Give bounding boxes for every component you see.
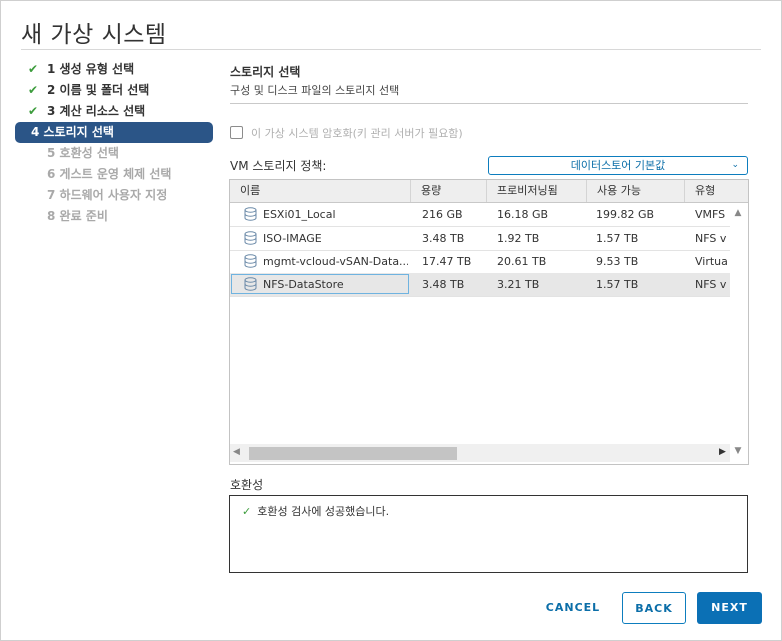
column-header-provisioned[interactable]: 프로비저닝됨 (486, 180, 586, 202)
step-label: 5 호환성 선택 (47, 146, 119, 160)
section-subtitle: 구성 및 디스크 파일의 스토리지 선택 (230, 84, 400, 97)
check-icon: ✔ (28, 62, 39, 76)
datastore-icon (244, 207, 257, 221)
cancel-button[interactable]: CANCEL (537, 592, 609, 624)
step-label: 7 하드웨어 사용자 지정 (47, 188, 168, 202)
encrypt-option: 이 가상 시스템 암호화(키 관리 서버가 필요함) (230, 125, 463, 141)
capacity-cell: 3.48 TB (422, 232, 465, 245)
provisioned-cell: 16.18 GB (497, 208, 549, 221)
column-header-type[interactable]: 유형 (684, 180, 748, 202)
free-cell: 1.57 TB (596, 232, 639, 245)
table-row[interactable]: ISO-IMAGE 3.48 TB 1.92 TB 1.57 TB NFS v (230, 227, 730, 251)
datastore-icon (244, 277, 257, 291)
step-7: 7 하드웨어 사용자 지정 (27, 185, 213, 206)
step-label: 1 생성 유형 선택 (47, 62, 135, 76)
step-label: 4 스토리지 선택 (31, 125, 114, 139)
compatibility-message: ✓ 호환성 검사에 성공했습니다. (242, 503, 389, 519)
provisioned-cell: 3.21 TB (497, 278, 540, 291)
compatibility-label: 호환성 (230, 478, 264, 492)
step-4[interactable]: 4 스토리지 선택 (15, 122, 213, 143)
datastore-grid: 이름 용량 프로비저닝됨 사용 가능 유형 ESXi01_Local 216 G… (229, 179, 749, 465)
table-row[interactable]: ESXi01_Local 216 GB 16.18 GB 199.82 GB V… (230, 203, 730, 227)
back-button[interactable]: BACK (622, 592, 686, 624)
scroll-right-icon[interactable]: ▶ (719, 447, 726, 457)
step-3[interactable]: ✔ 3 계산 리소스 선택 (27, 101, 213, 122)
datastore-name: ISO-IMAGE (263, 232, 322, 245)
datastore-name-cell: NFS-DataStore (244, 273, 408, 296)
datastore-icon (244, 254, 257, 268)
section-divider (230, 103, 748, 104)
datastore-name: ESXi01_Local (263, 208, 336, 221)
check-icon: ✔ (28, 104, 39, 118)
step-5: 5 호환성 선택 (27, 143, 213, 164)
step-1[interactable]: ✔ 1 생성 유형 선택 (27, 59, 213, 80)
policy-value: 데이터스토어 기본값 (570, 159, 666, 172)
scroll-down-icon[interactable]: ▼ (730, 446, 746, 456)
datastore-name: NFS-DataStore (263, 278, 344, 291)
datastore-icon (244, 231, 257, 245)
title-divider (21, 49, 761, 50)
step-2[interactable]: ✔ 2 이름 및 폴더 선택 (27, 80, 213, 101)
check-icon: ✓ (242, 505, 252, 518)
datastore-name-cell: ESXi01_Local (244, 203, 408, 226)
compatibility-panel: ✓ 호환성 검사에 성공했습니다. (229, 495, 748, 573)
scrollbar-thumb[interactable] (249, 447, 457, 460)
encrypt-checkbox[interactable] (230, 126, 243, 139)
step-8: 8 완료 준비 (27, 206, 213, 227)
capacity-cell: 216 GB (422, 208, 463, 221)
table-row-selected[interactable]: NFS-DataStore 3.48 TB 3.21 TB 1.57 TB NF… (230, 273, 730, 297)
type-cell: VMFS (695, 208, 726, 221)
check-icon: ✔ (28, 83, 39, 97)
datastore-name-cell: ISO-IMAGE (244, 227, 408, 250)
policy-label: VM 스토리지 정책: (230, 159, 327, 173)
encrypt-label: 이 가상 시스템 암호화(키 관리 서버가 필요함) (251, 127, 463, 140)
column-header-capacity[interactable]: 용량 (410, 180, 486, 202)
step-label: 2 이름 및 폴더 선택 (47, 83, 150, 97)
datastore-name: mgmt-vcloud-vSAN-Data... (263, 255, 408, 268)
horizontal-scrollbar[interactable]: ◀ ▶ (230, 444, 730, 462)
free-cell: 1.57 TB (596, 278, 639, 291)
capacity-cell: 17.47 TB (422, 255, 472, 268)
type-cell: Virtua (695, 255, 728, 268)
capacity-cell: 3.48 TB (422, 278, 465, 291)
compatibility-text: 호환성 검사에 성공했습니다. (257, 505, 390, 518)
provisioned-cell: 20.61 TB (497, 255, 547, 268)
step-label: 6 게스트 운영 체제 선택 (47, 167, 172, 181)
step-label: 8 완료 준비 (47, 209, 108, 223)
datastore-name-cell: mgmt-vcloud-vSAN-Data... (244, 250, 408, 273)
next-button[interactable]: NEXT (697, 592, 762, 624)
step-label: 3 계산 리소스 선택 (47, 104, 146, 118)
scroll-left-icon[interactable]: ◀ (233, 447, 240, 457)
scroll-up-icon[interactable]: ▲ (730, 208, 746, 218)
section-title: 스토리지 선택 (230, 65, 301, 79)
column-header-free[interactable]: 사용 가능 (586, 180, 684, 202)
provisioned-cell: 1.92 TB (497, 232, 540, 245)
step-6: 6 게스트 운영 체제 선택 (27, 164, 213, 185)
type-cell: NFS v (695, 278, 727, 291)
grid-header: 이름 용량 프로비저닝됨 사용 가능 유형 (230, 180, 748, 203)
wizard-steps: ✔ 1 생성 유형 선택 ✔ 2 이름 및 폴더 선택 ✔ 3 계산 리소스 선택 4… (15, 59, 213, 227)
free-cell: 9.53 TB (596, 255, 639, 268)
chevron-down-icon: ⌄ (731, 160, 739, 170)
type-cell: NFS v (695, 232, 727, 245)
table-row[interactable]: mgmt-vcloud-vSAN-Data... 17.47 TB 20.61 … (230, 250, 730, 274)
free-cell: 199.82 GB (596, 208, 655, 221)
dialog-title: 새 가상 시스템 (21, 22, 167, 48)
column-header-name[interactable]: 이름 (230, 180, 410, 202)
policy-dropdown[interactable]: 데이터스토어 기본값 ⌄ (488, 156, 748, 175)
